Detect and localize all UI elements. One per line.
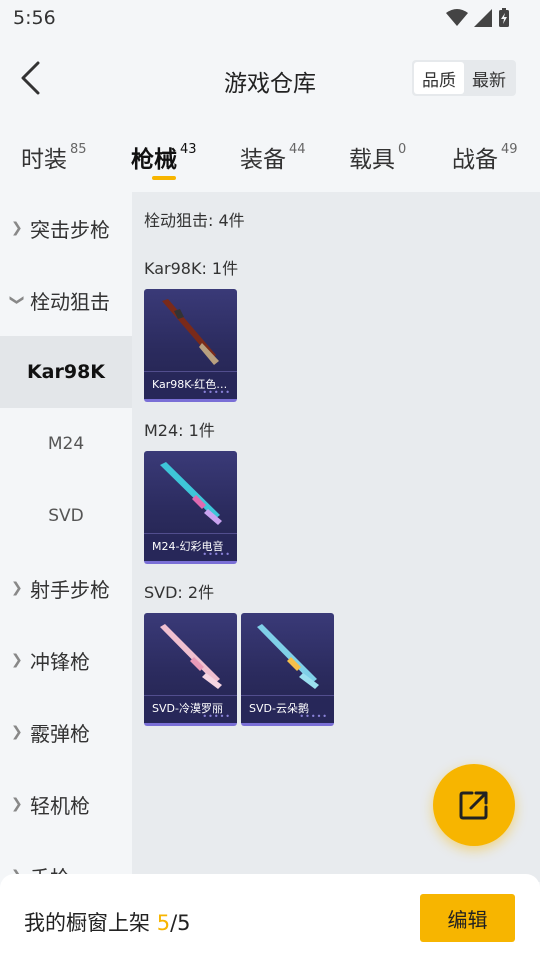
shelf-current-count: 5: [156, 911, 171, 935]
external-link-icon: [459, 791, 488, 820]
group-title: SVD: 2件: [144, 583, 215, 602]
decor-dots: •••••: [299, 712, 328, 721]
shelf-label: 我的橱窗上架: [24, 911, 157, 935]
chevron-down-icon: ❯: [8, 294, 25, 306]
sidebar-item-assault-rifles[interactable]: ❯ 突击步枪: [0, 192, 132, 264]
decor-dots: •••••: [202, 388, 231, 397]
sidebar-item-label: 冲锋枪: [30, 649, 90, 674]
sidebar-item-shotgun[interactable]: ❯ 霰弹枪: [0, 696, 132, 768]
tab-supplies[interactable]: 战备 49: [452, 140, 518, 174]
sidebar-item-label: 突击步枪: [30, 217, 110, 242]
sidebar-item-label: 射手步枪: [30, 577, 110, 602]
sidebar: ❯ 突击步枪 ❯ 栓动狙击 Kar98K M24 SVD ❯ 射手步枪 ❯ 冲锋…: [0, 192, 132, 882]
sidebar-item-label: 霰弹枪: [30, 721, 90, 746]
edit-button[interactable]: 编辑: [420, 894, 515, 942]
tab-label: 战备: [452, 147, 498, 173]
group-title: Kar98K: 1件: [144, 259, 239, 278]
sidebar-item-m24[interactable]: M24: [0, 408, 132, 480]
sort-toggle: 品质 最新: [412, 60, 516, 96]
category-tabs: 时装 85 枪械 43 装备 44 载具 0 战备 49: [0, 120, 540, 192]
sidebar-item-lmg[interactable]: ❯ 轻机枪: [0, 768, 132, 840]
decor-dots: •••••: [202, 712, 231, 721]
tab-count: 49: [501, 142, 518, 157]
chevron-right-icon: ❯: [11, 796, 23, 812]
category-summary: 栓动狙击: 4件: [144, 211, 245, 230]
sidebar-item-label: M24: [47, 434, 85, 454]
decor-dots: •••••: [202, 550, 231, 559]
status-icons: [446, 8, 510, 28]
chevron-right-icon: ❯: [11, 220, 23, 236]
status-time: 5:56: [13, 7, 56, 29]
sidebar-item-label: SVD: [48, 506, 84, 526]
rifle-icon: [257, 624, 319, 689]
sidebar-item-bolt-action[interactable]: ❯ 栓动狙击: [0, 264, 132, 336]
sidebar-item-kar98k[interactable]: Kar98K: [0, 336, 132, 408]
header: 游戏仓库 品质 最新: [0, 36, 540, 120]
tab-count: 85: [70, 142, 87, 157]
rifle-icon: [160, 462, 222, 525]
tab-label: 时装: [21, 147, 67, 173]
tab-label: 枪械: [131, 147, 177, 173]
tab-count: 43: [180, 142, 197, 157]
sort-latest-button[interactable]: 最新: [464, 62, 514, 94]
bottom-bar: 我的橱窗上架 5/5 编辑: [0, 874, 540, 960]
item-card[interactable]: Kar98K-红色… •••••: [144, 289, 237, 402]
chevron-right-icon: ❯: [11, 580, 23, 596]
tab-equipment[interactable]: 装备 44: [240, 140, 306, 174]
item-card[interactable]: SVD-云朵鹅 •••••: [241, 613, 334, 726]
sidebar-item-label: 轻机枪: [30, 793, 90, 818]
sidebar-item-svd[interactable]: SVD: [0, 480, 132, 552]
item-card[interactable]: M24-幻彩电音 •••••: [144, 451, 237, 564]
tab-label: 载具: [349, 147, 395, 173]
rifle-icon: [160, 624, 222, 689]
shelf-total-count: 5: [177, 911, 191, 935]
tab-count: 44: [289, 142, 306, 157]
chevron-right-icon: ❯: [11, 652, 23, 668]
sidebar-item-marksman[interactable]: ❯ 射手步枪: [0, 552, 132, 624]
share-button[interactable]: [433, 764, 515, 846]
tab-weapons[interactable]: 枪械 43: [131, 140, 197, 174]
item-card[interactable]: SVD-冷漠罗丽 •••••: [144, 613, 237, 726]
signal-icon: [474, 9, 492, 27]
chevron-right-icon: ❯: [11, 724, 23, 740]
sidebar-item-label: 栓动狙击: [30, 289, 110, 314]
tab-label: 装备: [240, 147, 286, 173]
sidebar-item-label: Kar98K: [26, 361, 106, 383]
wifi-icon: [446, 9, 468, 26]
tab-count: 0: [398, 142, 407, 157]
tab-vehicles[interactable]: 载具 0: [349, 140, 406, 174]
group-title: M24: 1件: [144, 421, 215, 440]
shelf-status: 我的橱窗上架 5/5: [24, 907, 191, 937]
sidebar-item-smg[interactable]: ❯ 冲锋枪: [0, 624, 132, 696]
sort-quality-button[interactable]: 品质: [414, 62, 464, 94]
active-tab-indicator: [152, 176, 176, 180]
rifle-icon: [162, 299, 219, 365]
battery-icon: [499, 8, 509, 27]
status-bar: 5:56: [0, 0, 540, 36]
tab-fashion[interactable]: 时装 85: [21, 140, 87, 174]
